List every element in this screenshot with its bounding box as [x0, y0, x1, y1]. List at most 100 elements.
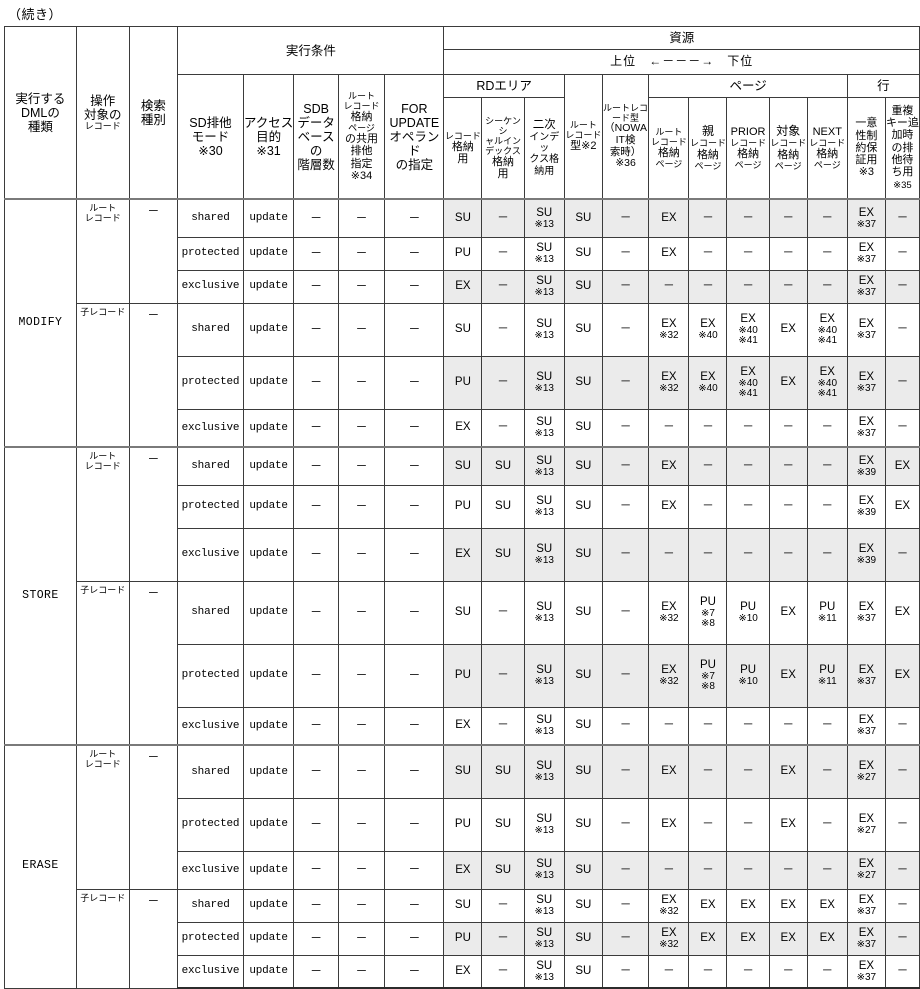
cell-sequential-index-store: SU	[481, 527, 525, 582]
cell-dml-kind: ERASE	[4, 744, 77, 989]
cell-for-update-operand: －	[384, 706, 445, 746]
col-target-line3: レコード	[84, 120, 121, 131]
lock-mode-value: －	[619, 211, 632, 224]
cell-sd-exclusive-mode: protected	[177, 797, 244, 852]
cell-page-target-record: EX	[768, 888, 808, 923]
lock-mode-value: －	[619, 247, 632, 260]
lock-mode-note: ※37	[856, 286, 877, 298]
cell-unique-constraint: EX ※39	[846, 446, 886, 486]
lock-mode-value: EX	[700, 932, 716, 945]
page-root: （続き） 実行する DMLの 種類 操作 対象の レコード 検索 種別 実行条件…	[0, 0, 920, 989]
lock-mode-value: －	[896, 211, 909, 224]
lock-mode-value: －	[619, 964, 632, 977]
lock-mode-note: ※13	[534, 726, 554, 738]
lock-mode-value: EX ※40	[690, 318, 726, 341]
lock-mode-value: EX	[661, 765, 677, 778]
lock-mode-value: EX	[661, 459, 677, 472]
lock-mode-note: ※37	[856, 905, 877, 917]
cell-page-parent-record: －	[688, 236, 728, 271]
lock-mode-value: PU ※11	[808, 601, 846, 624]
group-resource: 資源	[443, 26, 920, 50]
cell-root-record-type-nowait: －	[601, 797, 650, 852]
cell-record-store: PU	[443, 355, 483, 410]
cell-sdb-levels: －	[293, 797, 339, 852]
lock-mode-note: ※13	[534, 772, 554, 784]
cell-page-target-record: －	[768, 408, 808, 448]
lock-mode-value: EX ※37	[848, 207, 884, 230]
lock-mode-value: －	[896, 421, 909, 434]
cell-page-parent-record: －	[688, 408, 728, 448]
cell-dml-kind: STORE	[4, 446, 77, 746]
lock-mode-value: SU ※13	[525, 495, 563, 518]
cell-access-purpose: update	[242, 580, 295, 645]
lock-mode-note-2: ※41	[738, 387, 758, 399]
cell-page-parent-record: －	[688, 446, 728, 486]
col-rootrec-line4: IT検	[615, 133, 636, 146]
cell-unique-constraint: EX ※37	[846, 643, 886, 708]
cell-page-root-record: EX	[648, 446, 690, 486]
lock-mode-value: －	[619, 500, 632, 513]
cell-sd-exclusive-mode: protected	[177, 236, 244, 271]
lock-mode-value: SU	[454, 606, 471, 619]
lock-mode-note: ※39	[856, 506, 877, 518]
lock-mode-note: ※37	[856, 938, 877, 950]
cell-secondary-index-store: SU ※13	[523, 744, 565, 799]
col-2nd-line3: クス格	[529, 154, 560, 166]
cell-sd-exclusive-mode: shared	[177, 580, 244, 645]
cell-sequential-index-store: －	[481, 236, 525, 271]
lock-mode-value: EX ※40 ※41	[728, 366, 768, 399]
order-high-label: 上位	[610, 54, 637, 69]
cell-sd-exclusive-mode: exclusive	[177, 706, 244, 746]
lock-mode-value: EX	[819, 899, 835, 912]
lock-mode-note: ※13	[534, 253, 554, 265]
cell-page-next-record: EX ※40 ※41	[806, 302, 848, 357]
cell-search-kind: －	[128, 302, 179, 448]
lock-mode-note: ※32	[659, 938, 679, 950]
cell-root-record-type: SU	[563, 850, 603, 890]
cell-root-record-type: SU	[563, 643, 603, 708]
cell-sdb-levels: －	[293, 355, 339, 410]
lock-mode-value: －	[782, 548, 794, 561]
col-uniq-line5: ※3	[858, 166, 875, 179]
col-dup-line2: キー追	[885, 117, 919, 130]
lock-mode-value: SU	[495, 500, 512, 513]
lock-mode-value: SU ※13	[525, 371, 563, 394]
lock-mode-value: SU ※13	[525, 858, 563, 881]
lock-mode-value: －	[619, 863, 632, 876]
lock-mode-value: EX ※37	[848, 894, 884, 917]
lock-mode-value: －	[742, 459, 754, 472]
lock-mode-value: SU ※13	[525, 416, 563, 439]
col-sdb-line1: SDB	[303, 101, 329, 116]
lock-mode-value: －	[821, 548, 834, 561]
lock-mode-value: SU	[575, 500, 592, 513]
lock-mode-value: －	[821, 211, 834, 224]
col-seq-line2: ャルイン	[485, 135, 522, 146]
lock-mode-value: －	[742, 211, 754, 224]
cell-page-next-record: －	[806, 797, 848, 852]
col-sequential-index-store: シーケンシ ャルイン デックス 格納 用	[481, 97, 525, 200]
col-page-parent-record: 親 レコード 格納 ページ	[688, 97, 728, 200]
cell-page-prior-record: PU ※10	[726, 580, 770, 645]
cell-page-root-record: －	[648, 269, 690, 304]
header-row-1: 実行する DMLの 種類 操作 対象の レコード 検索 種別 実行条件 資源	[4, 26, 920, 200]
lock-mode-value: －	[497, 376, 509, 389]
lock-mode-note: ※32	[659, 675, 679, 687]
cell-for-update-operand: －	[384, 744, 445, 799]
lock-mode-note: ※10	[738, 675, 758, 687]
cell-duplicate-key-wait: －	[884, 797, 920, 852]
lock-mode-value: －	[619, 548, 632, 561]
cell-duplicate-key-wait: EX	[884, 446, 920, 486]
col-seq-line5: 用	[497, 168, 509, 181]
cell-root-record-type-nowait: －	[601, 527, 650, 582]
lock-mode-value: EX ※37	[848, 714, 884, 737]
lock-mode-note: ※13	[534, 382, 554, 394]
order-arrow-icon: ←－－－→	[649, 54, 715, 69]
cell-unique-constraint: EX ※27	[846, 797, 886, 852]
col-access-line3: ※31	[256, 143, 281, 158]
cell-unique-constraint: EX ※37	[846, 580, 886, 645]
cell-for-update-operand: －	[384, 954, 445, 989]
lock-mode-value: SU	[575, 323, 592, 336]
cell-target-line2: レコード	[84, 212, 121, 223]
lock-mode-value: EX ※32	[650, 318, 688, 341]
lock-mode-value: －	[742, 247, 754, 260]
